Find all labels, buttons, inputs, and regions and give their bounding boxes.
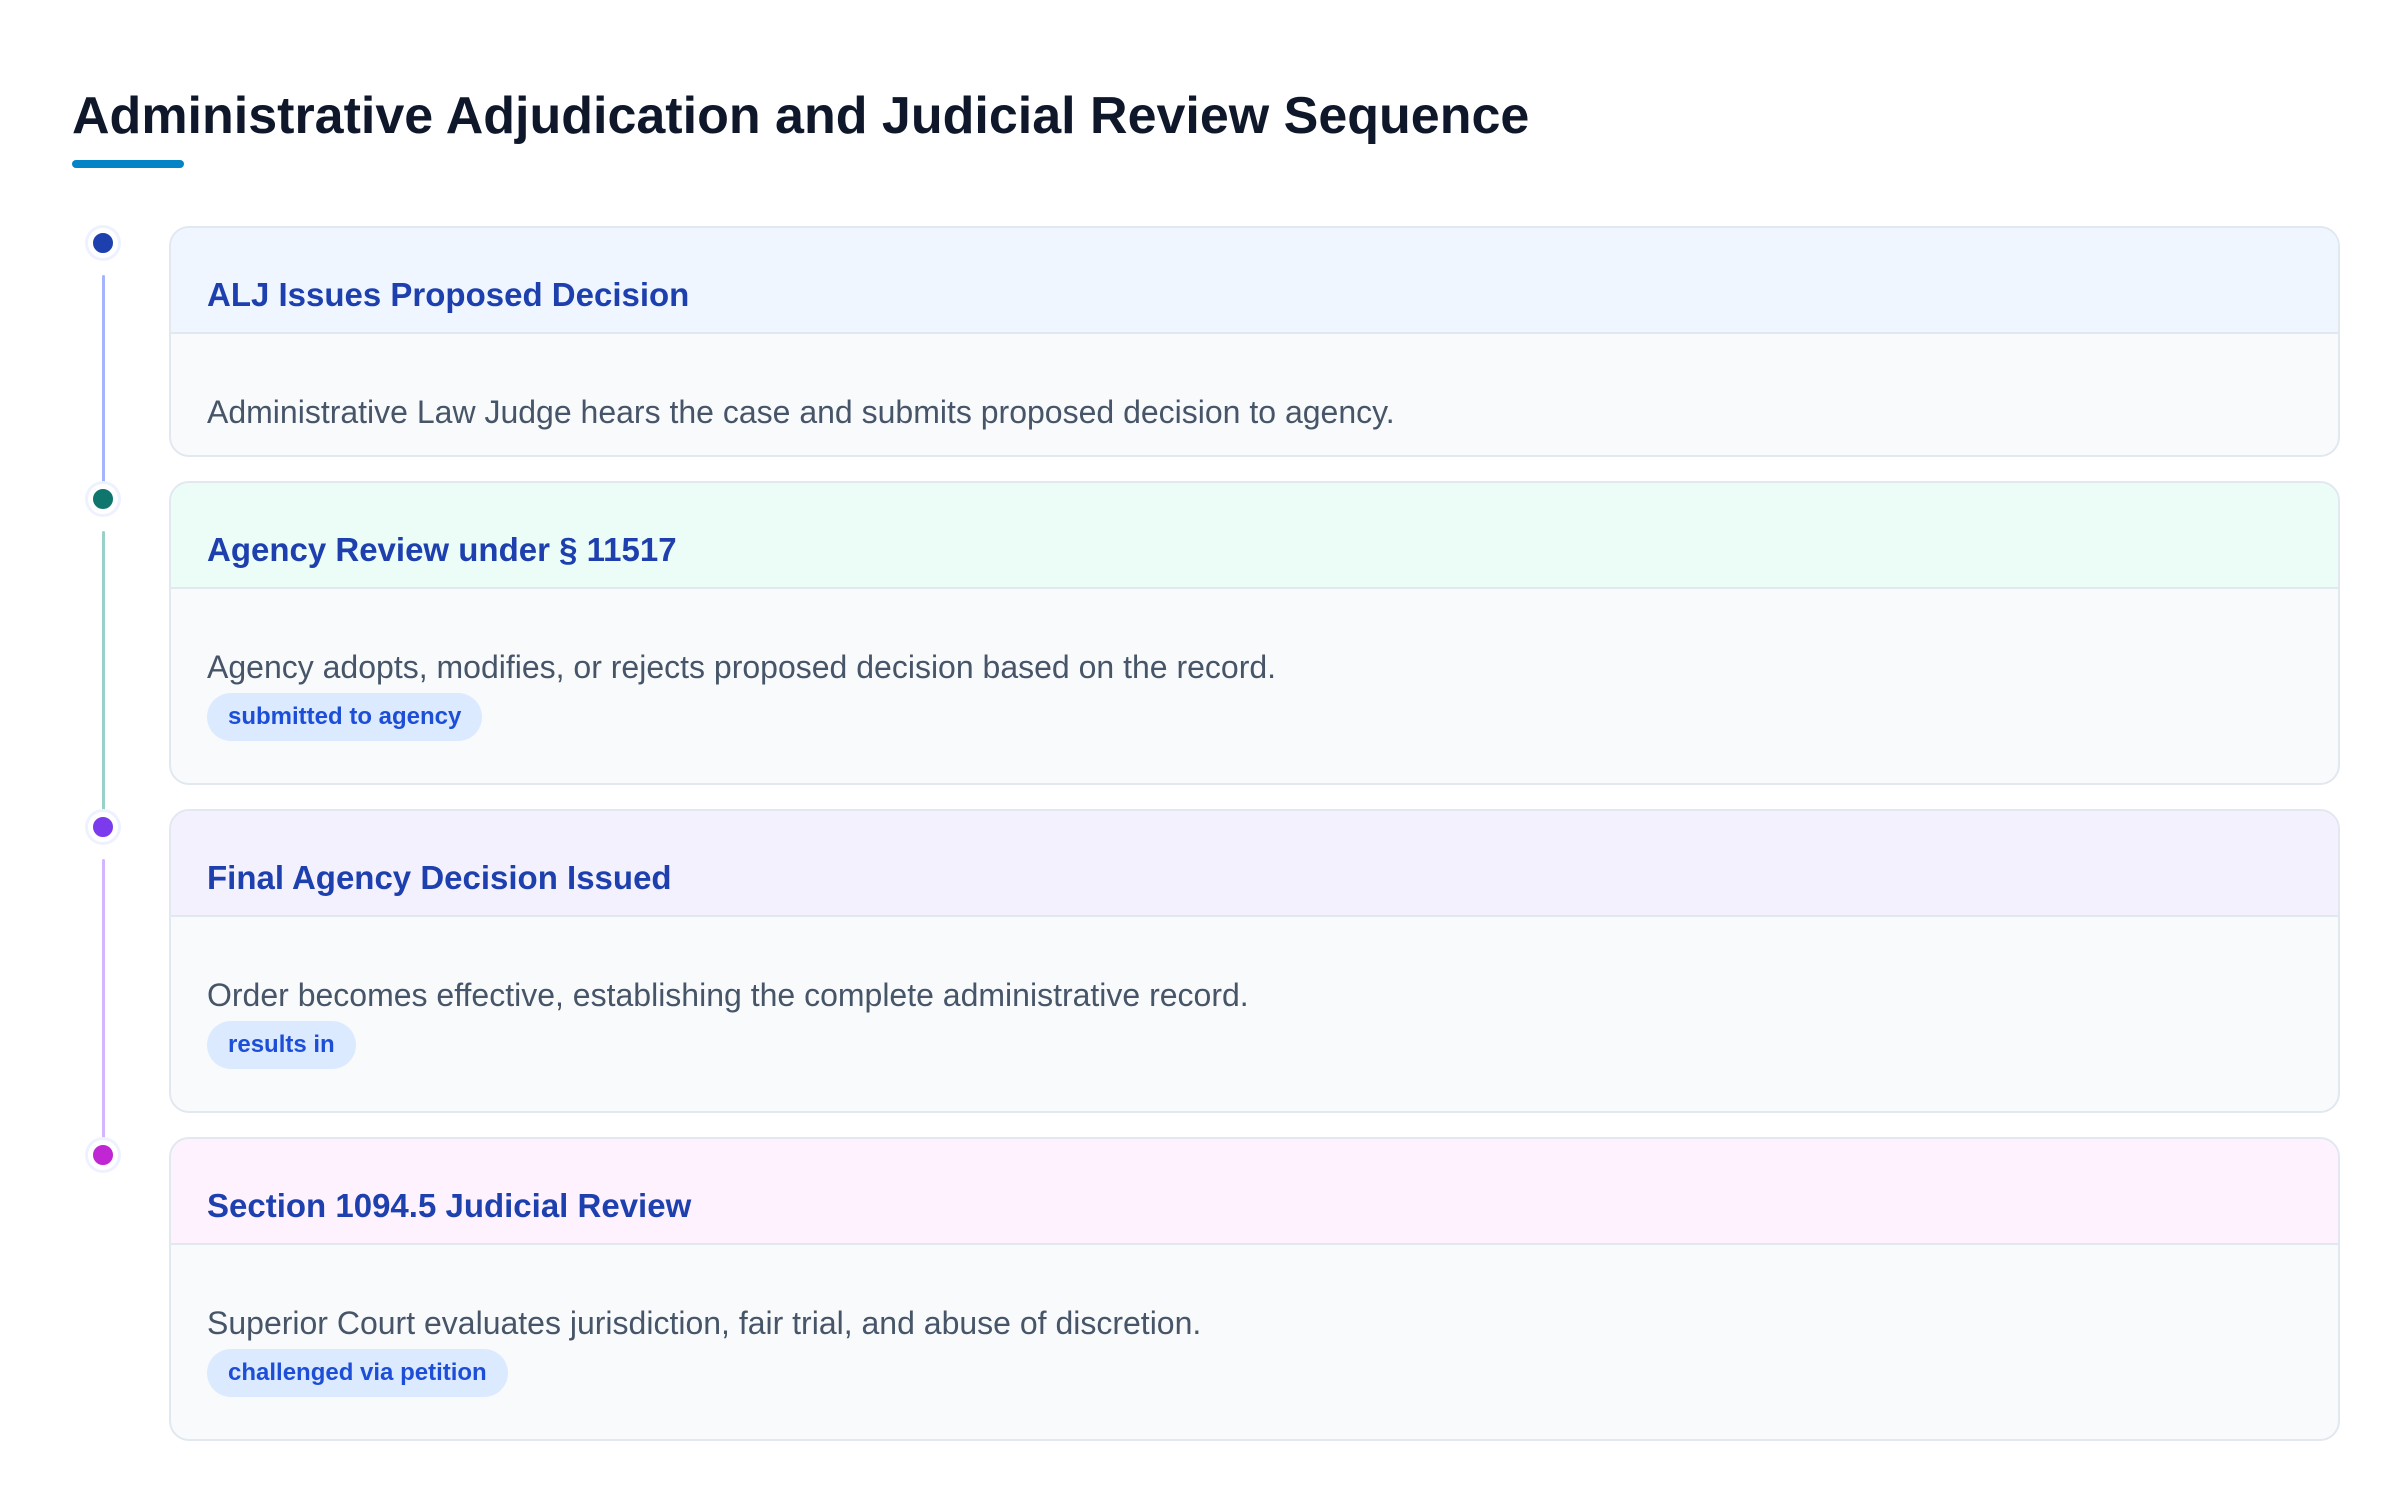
card-header: Agency Review under § 11517 <box>171 483 2338 589</box>
step-title: Final Agency Decision Issued <box>207 859 672 896</box>
timeline-connector <box>102 859 105 1139</box>
step-card-alj-proposed-decision: ALJ Issues Proposed Decision Administrat… <box>169 226 2340 457</box>
step-title: Agency Review under § 11517 <box>207 531 677 568</box>
step-card-agency-review: Agency Review under § 11517 Agency adopt… <box>169 481 2340 785</box>
step-title: Section 1094.5 Judicial Review <box>207 1187 692 1224</box>
timeline-dot <box>88 484 118 514</box>
step-card-judicial-review: Section 1094.5 Judicial Review Superior … <box>169 1137 2340 1441</box>
step-title: ALJ Issues Proposed Decision <box>207 276 690 313</box>
card-body: Superior Court evaluates jurisdiction, f… <box>171 1245 2338 1397</box>
timeline-connector <box>102 531 105 811</box>
card-body: Order becomes effective, establishing th… <box>171 917 2338 1069</box>
step-description: Agency adopts, modifies, or rejects prop… <box>207 649 1277 685</box>
card-header: Final Agency Decision Issued <box>171 811 2338 917</box>
relation-badge: results in <box>207 1021 356 1069</box>
card-header: Section 1094.5 Judicial Review <box>171 1139 2338 1245</box>
timeline-dot <box>88 812 118 842</box>
timeline-dot <box>88 1140 118 1170</box>
timeline-connector <box>102 275 105 484</box>
relation-badge: challenged via petition <box>207 1349 508 1397</box>
card-body: Administrative Law Judge hears the case … <box>171 334 2338 432</box>
timeline-dot <box>88 228 118 258</box>
timeline: ALJ Issues Proposed Decision Administrat… <box>0 0 2400 1504</box>
relation-badge: submitted to agency <box>207 693 483 741</box>
step-description: Superior Court evaluates jurisdiction, f… <box>207 1305 1202 1341</box>
card-header: ALJ Issues Proposed Decision <box>171 228 2338 334</box>
step-description: Order becomes effective, establishing th… <box>207 977 1249 1013</box>
card-body: Agency adopts, modifies, or rejects prop… <box>171 589 2338 741</box>
step-description: Administrative Law Judge hears the case … <box>207 394 1395 430</box>
step-card-final-agency-decision: Final Agency Decision Issued Order becom… <box>169 809 2340 1113</box>
